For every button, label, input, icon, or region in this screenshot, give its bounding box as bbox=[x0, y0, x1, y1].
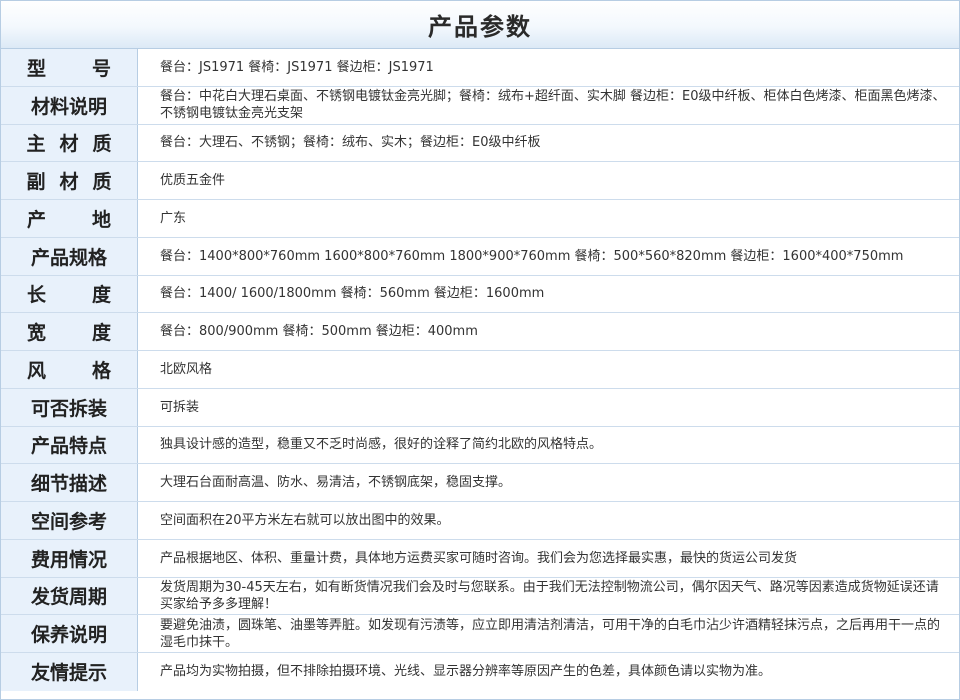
table-row: 细节描述 大理石台面耐高温、防水、易清洁，不锈钢底架，稳固支撑。 bbox=[1, 464, 959, 502]
table-row: 主材质 餐台：大理石、不锈钢；餐椅：绒布、实木；餐边柜：E0级中纤板 bbox=[1, 124, 959, 163]
row-label-text: 细节描述 bbox=[30, 473, 107, 496]
table-row: 发货周期 发货周期为30-45天左右，如有断货情况我们会及时与您联系。由于我们无法… bbox=[1, 577, 959, 616]
row-label-text: 产品特点 bbox=[30, 435, 107, 458]
product-params-table: 产品参数 型号餐台：JS1971 餐椅：JS1971 餐边柜：JS1971 材料说… bbox=[0, 0, 960, 700]
params-rows: 型号餐台：JS1971 餐椅：JS1971 餐边柜：JS1971 材料说明 餐台：中… bbox=[1, 49, 959, 691]
row-value: 可拆装 bbox=[160, 399, 200, 415]
table-row: 产地广东 bbox=[1, 200, 959, 238]
table-row: 长度餐台：1400/ 1600/1800mm 餐椅：560mm 餐边柜：1600… bbox=[1, 275, 959, 314]
row-value: 餐台：1400*800*760mm 1600*800*760mm 1800*90… bbox=[160, 248, 904, 264]
row-label: 可否拆装 bbox=[1, 388, 138, 426]
table-row: 产品规格 餐台：1400*800*760mm 1600*800*760mm 180… bbox=[1, 237, 959, 276]
row-label-text: 材 bbox=[59, 171, 79, 194]
table-row: 副材质 优质五金件 bbox=[1, 162, 959, 200]
row-label: 材料说明 bbox=[1, 86, 138, 124]
row-label-text: 友情提示 bbox=[30, 662, 107, 685]
table-row: 保养说明 要避免油渍，圆珠笔、油墨等弄脏。如发现有污渍等，应立即用清洁剂清洁，可用… bbox=[1, 615, 959, 653]
row-label-text: 产品规格 bbox=[30, 246, 107, 269]
row-label-text: 度 bbox=[92, 284, 112, 307]
table-row: 费用情况 产品根据地区、体积、重量计费，具体地方运费买家可随时咨询。我们会为您选择… bbox=[1, 539, 959, 578]
row-value: 产品根据地区、体积、重量计费，具体地方运费买家可随时咨询。我们会为您选择最实惠，… bbox=[160, 550, 798, 566]
row-value: 大理石台面耐高温、防水、易清洁，不锈钢底架，稳固支撑。 bbox=[160, 475, 512, 491]
row-value: 广东 bbox=[160, 210, 187, 226]
row-value: 餐台：1400/ 1600/1800mm 餐椅：560mm 餐边柜：1600mm bbox=[160, 286, 545, 302]
row-label: 型号 bbox=[1, 49, 138, 86]
row-label-text: 格 bbox=[92, 359, 112, 382]
row-label: 产品规格 bbox=[1, 237, 138, 275]
table-row: 宽度餐台：800/900mm 餐椅：500mm 餐边柜：400mm bbox=[1, 313, 959, 351]
table-row: 可否拆装 可拆装 bbox=[1, 388, 959, 427]
row-value: 餐台：JS1971 餐椅：JS1971 餐边柜：JS1971 bbox=[160, 59, 434, 75]
row-label-text: 发货周期 bbox=[30, 586, 107, 609]
table-row: 风格北欧风格 bbox=[1, 351, 959, 389]
row-value: 空间面积在20平方米左右就可以放出图中的效果。 bbox=[160, 512, 450, 528]
row-label-text: 空间参考 bbox=[30, 510, 107, 533]
row-label: 主材质 bbox=[1, 124, 138, 162]
row-label: 风格 bbox=[1, 351, 138, 388]
row-value: 优质五金件 bbox=[160, 173, 226, 189]
row-label: 宽度 bbox=[1, 313, 138, 350]
row-label: 细节描述 bbox=[1, 464, 138, 501]
row-label-text: 号 bbox=[92, 57, 112, 80]
row-label-text: 长 bbox=[26, 284, 46, 307]
table-row: 产品特点 独具设计感的造型，稳重又不乏时尚感，很好的诠释了简约北欧的风格特点。 bbox=[1, 426, 959, 465]
table-row: 型号餐台：JS1971 餐椅：JS1971 餐边柜：JS1971 bbox=[1, 49, 959, 87]
row-label-text: 费用情况 bbox=[30, 548, 107, 571]
row-label-text: 副 bbox=[26, 171, 46, 194]
row-value: 产品均为实物拍摄，但不排除拍摄环境、光线、显示器分辨率等原因产生的色差，具体颜色… bbox=[160, 664, 772, 680]
row-label-text: 质 bbox=[92, 171, 112, 194]
row-label: 产地 bbox=[1, 200, 138, 237]
row-value: 要避免油渍，圆珠笔、油墨等弄脏。如发现有污渍等，应立即用清洁剂清洁，可用干净的白… bbox=[160, 617, 941, 650]
row-label-text: 风 bbox=[26, 359, 46, 382]
row-label: 长度 bbox=[1, 275, 138, 313]
row-value: 餐台：大理石、不锈钢；餐椅：绒布、实木；餐边柜：E0级中纤板 bbox=[160, 135, 541, 151]
row-label-text: 质 bbox=[92, 133, 112, 156]
table-header: 产品参数 bbox=[1, 1, 959, 49]
row-label: 发货周期 bbox=[1, 577, 138, 615]
row-label: 产品特点 bbox=[1, 426, 138, 464]
row-label-text: 保养说明 bbox=[30, 624, 107, 647]
row-value: 北欧风格 bbox=[160, 361, 213, 377]
row-label-text: 材料说明 bbox=[30, 95, 107, 118]
row-value: 发货周期为30-45天左右，如有断货情况我们会及时与您联系。由于我们无法控制物流… bbox=[160, 579, 939, 612]
row-label-text: 材 bbox=[59, 133, 79, 156]
table-row: 友情提示 产品均为实物拍摄，但不排除拍摄环境、光线、显示器分辨率等原因产生的色差，… bbox=[1, 653, 959, 691]
row-label-text: 度 bbox=[92, 322, 112, 345]
page-title: 产品参数 bbox=[428, 13, 532, 41]
row-label: 副材质 bbox=[1, 162, 138, 199]
row-label-text: 型 bbox=[26, 57, 46, 80]
row-value: 餐台：中花白大理石桌面、不锈钢电镀钛金亮光脚；餐椅：绒布+超纤面、实木脚 餐边柜… bbox=[160, 89, 946, 122]
row-value: 餐台：800/900mm 餐椅：500mm 餐边柜：400mm bbox=[160, 324, 478, 340]
row-label-text: 产 bbox=[26, 208, 46, 231]
row-label: 费用情况 bbox=[1, 539, 138, 577]
table-row: 材料说明 餐台：中花白大理石桌面、不锈钢电镀钛金亮光脚；餐椅：绒布+超纤面、实木脚… bbox=[1, 86, 959, 125]
row-label-text: 地 bbox=[92, 208, 112, 231]
row-label-text: 宽 bbox=[26, 322, 46, 345]
row-label: 友情提示 bbox=[1, 653, 138, 691]
row-label: 空间参考 bbox=[1, 502, 138, 539]
row-label-text: 主 bbox=[26, 133, 46, 156]
row-label: 保养说明 bbox=[1, 615, 138, 652]
table-row: 空间参考 空间面积在20平方米左右就可以放出图中的效果。 bbox=[1, 502, 959, 540]
row-value: 独具设计感的造型，稳重又不乏时尚感，很好的诠释了简约北欧的风格特点。 bbox=[160, 437, 603, 453]
row-label-text: 可否拆装 bbox=[30, 397, 107, 420]
